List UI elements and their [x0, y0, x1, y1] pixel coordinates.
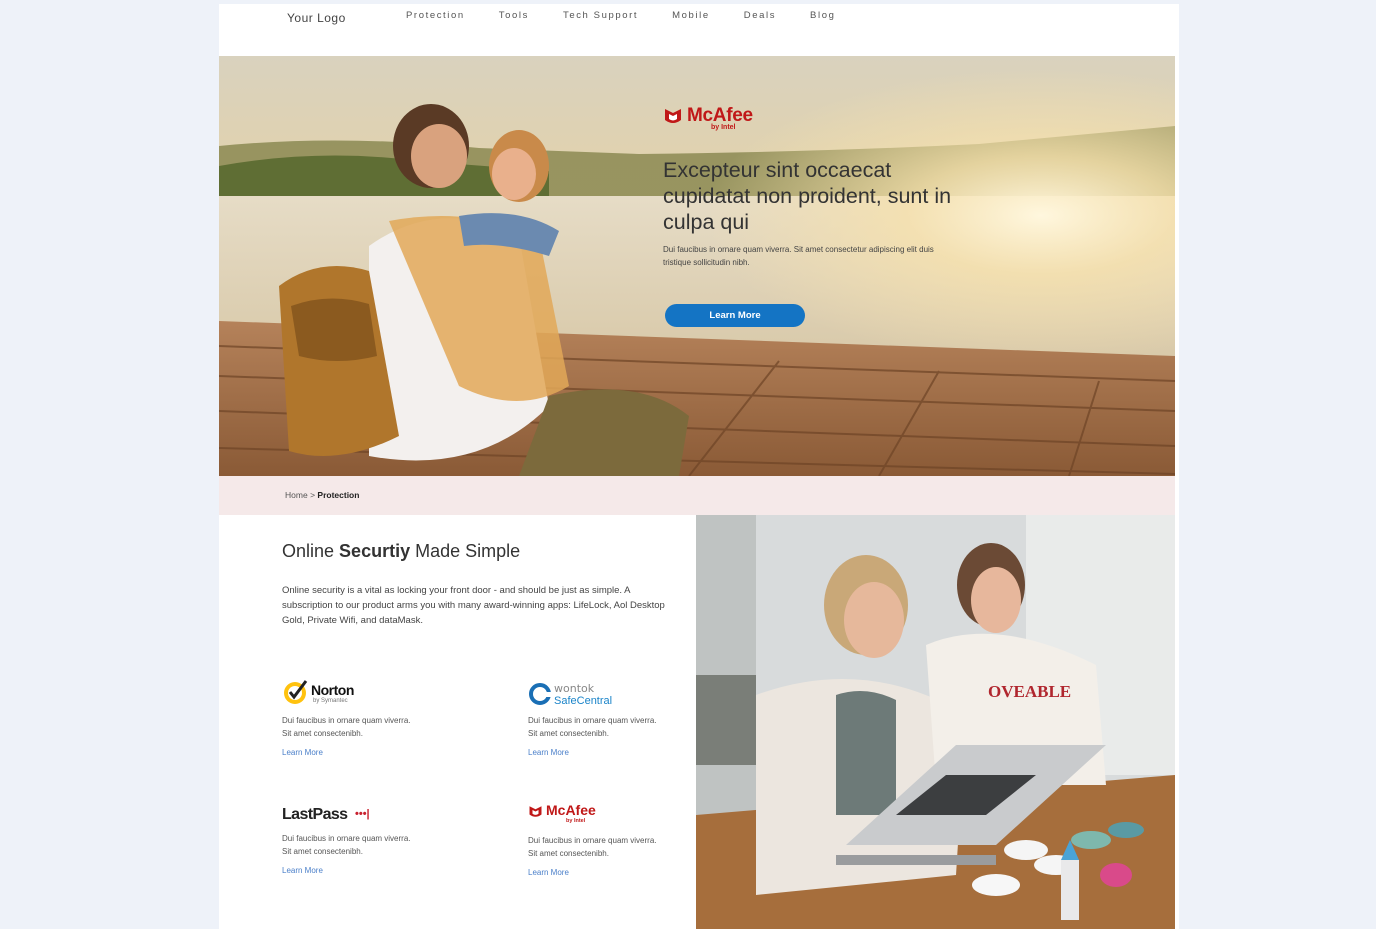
family-laptop-photo: OVEABLE [696, 515, 1175, 929]
nav-item-blog[interactable]: Blog [810, 10, 835, 21]
hero-brand-logo: McAfee by Intel [663, 106, 983, 131]
lastpass-logo: LastPass •••| [282, 802, 422, 826]
breadcrumb: Home > Protection [285, 490, 359, 500]
section-title-post: Made Simple [410, 541, 521, 561]
card-text: Dui faucibus in ornare quam viverra. Sit… [528, 716, 657, 738]
norton-check-icon [284, 680, 308, 704]
section-lead: Online security is a vital as locking yo… [282, 585, 665, 626]
hero-content: McAfee by Intel Excepteur sint occaecat … [663, 106, 983, 327]
hero-brand-name: McAfee [687, 105, 753, 126]
page: Your Logo Protection Tools Tech Support … [219, 4, 1179, 929]
card-learn-more-link[interactable]: Learn More [528, 868, 569, 877]
norton-logo: Norton by Symantec [282, 678, 422, 708]
hero-title: Excepteur sint occaecat cupidatat non pr… [663, 158, 952, 234]
learn-more-button[interactable]: Learn More [665, 304, 805, 327]
section-title: Online Securtiy Made Simple [282, 541, 520, 562]
product-card-wontok: wontok SafeCentral Dui faucibus in ornar… [528, 678, 668, 760]
nav-item-protection[interactable]: Protection [406, 10, 465, 21]
mcafee-shield-icon [529, 806, 542, 817]
card-text: Dui faucibus in ornare quam viverra. Sit… [282, 834, 411, 856]
lastpass-brand: LastPass [282, 806, 348, 823]
breadcrumb-bar: Home > Protection [219, 476, 1175, 515]
nav-item-tools[interactable]: Tools [499, 10, 529, 21]
norton-brand-sub: by Symantec [313, 698, 348, 704]
nav-item-tech-support[interactable]: Tech Support [563, 10, 638, 21]
card-text: Dui faucibus in ornare quam viverra. Sit… [282, 716, 411, 738]
nav-item-deals[interactable]: Deals [744, 10, 776, 21]
top-nav: Your Logo Protection Tools Tech Support … [219, 4, 1179, 56]
hero-text: Dui faucibus in ornare quam viverra. Sit… [663, 245, 934, 267]
wontok-ring-icon [529, 683, 552, 705]
shirt-text: OVEABLE [988, 682, 1071, 701]
nav-item-mobile[interactable]: Mobile [672, 10, 710, 21]
breadcrumb-current: Protection [317, 490, 360, 500]
mcafee-shield-icon [665, 109, 681, 123]
card-learn-more-link[interactable]: Learn More [282, 866, 323, 875]
content-section: Online Securtiy Made Simple Online secur… [219, 515, 696, 929]
product-card-mcafee: McAfee by Intel Dui faucibus in ornare q… [528, 802, 668, 880]
wontok-logo: wontok SafeCentral [528, 678, 668, 708]
wontok-brand-sub: SafeCentral [554, 695, 613, 707]
breadcrumb-separator: > [310, 490, 316, 500]
norton-brand: Norton [311, 682, 354, 698]
mcafee-brand-sub: by Intel [566, 818, 586, 824]
lastpass-dots-icon: •••| [355, 808, 370, 820]
card-text: Dui faucibus in ornare quam viverra. Sit… [528, 836, 657, 858]
mcafee-brand: McAfee [546, 802, 596, 818]
breadcrumb-home[interactable]: Home [285, 490, 308, 500]
section-title-bold: Securtiy [339, 541, 411, 561]
product-card-norton: Norton by Symantec Dui faucibus in ornar… [282, 678, 422, 760]
card-learn-more-link[interactable]: Learn More [282, 748, 323, 757]
site-logo[interactable]: Your Logo [287, 11, 346, 25]
mcafee-logo: McAfee by Intel [528, 802, 668, 828]
hero-banner: McAfee by Intel Excepteur sint occaecat … [219, 56, 1175, 476]
product-card-lastpass: LastPass •••| Dui faucibus in ornare qua… [282, 802, 422, 878]
card-learn-more-link[interactable]: Learn More [528, 748, 569, 757]
photo-illustration: OVEABLE [696, 515, 1175, 929]
wontok-brand: wontok [554, 682, 595, 695]
nav-menu: Protection Tools Tech Support Mobile Dea… [406, 10, 869, 21]
section-title-pre: Online [282, 541, 340, 561]
